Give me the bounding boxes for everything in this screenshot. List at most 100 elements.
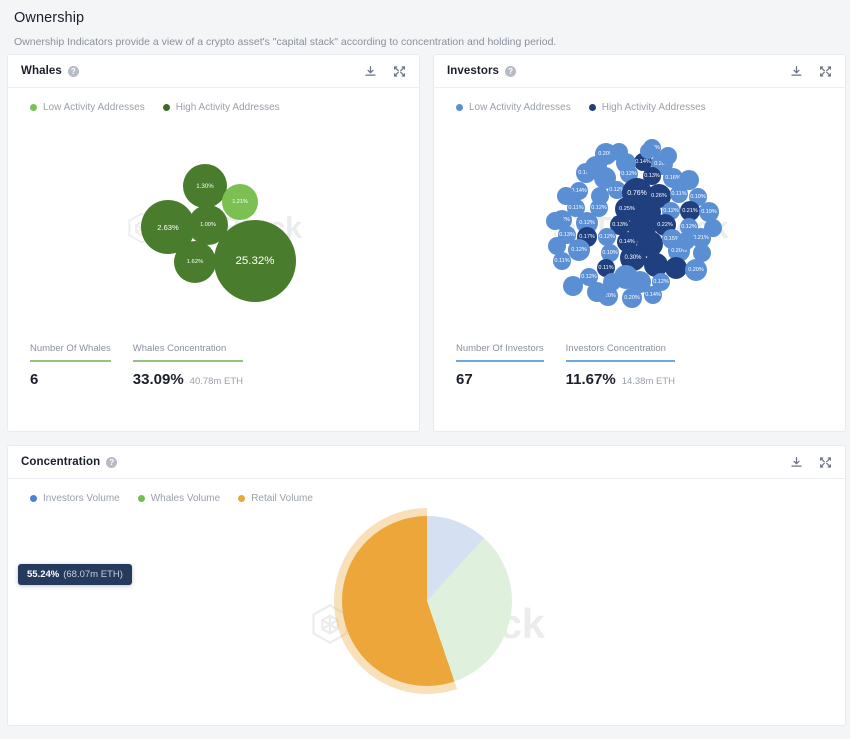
bubble-label: 0.10% [690, 194, 706, 200]
expand-icon[interactable] [819, 456, 832, 469]
bubble[interactable] [679, 170, 699, 190]
download-icon[interactable] [364, 65, 377, 78]
info-icon[interactable]: ? [106, 456, 118, 468]
bubble-label: 0.20% [688, 267, 704, 273]
bubble-label: 0.30% [624, 255, 642, 261]
bubble[interactable] [557, 187, 575, 205]
bubble[interactable]: 1.21% [222, 184, 258, 220]
bubble-label: 0.76% [627, 189, 647, 197]
bubble[interactable] [640, 143, 656, 159]
bubble[interactable] [629, 271, 651, 293]
bubble[interactable] [603, 273, 621, 291]
bubble[interactable] [665, 257, 687, 279]
bubble-label: 0.26% [651, 193, 667, 199]
bubble[interactable] [704, 219, 722, 237]
bubble[interactable]: 0.12% [568, 239, 590, 261]
legend-dot [30, 495, 37, 502]
ownership-page: Ownership Ownership Indicators provide a… [0, 0, 850, 739]
stat-label: Number Of Investors [456, 343, 544, 354]
whales-card: Whales ? Low Activity Addresses High Act… [7, 54, 420, 432]
bubble-label: 0.11% [568, 205, 584, 211]
bubble-label: 0.22% [657, 222, 673, 228]
whales-card-header: Whales ? [8, 55, 419, 88]
bubble-label: 0.12% [591, 205, 607, 211]
bubble[interactable] [548, 237, 566, 255]
legend-item-investors-volume[interactable]: Investors Volume [30, 493, 120, 504]
stat-value: 11.67% [565, 371, 616, 388]
bubble-label: 0.12% [621, 171, 637, 177]
concentration-pie-chart[interactable]: TheBlock 55.24% (68.07m ETH) [8, 508, 845, 725]
legend-label: Retail Volume [251, 493, 313, 504]
bubble-label: 0.12% [581, 274, 597, 280]
pie-slices[interactable] [341, 516, 512, 686]
legend-item-low-activity[interactable]: Low Activity Addresses [30, 102, 145, 113]
investors-legend: Low Activity Addresses High Activity Add… [434, 88, 845, 113]
legend-item-retail-volume[interactable]: Retail Volume [238, 493, 313, 504]
bubble[interactable]: 0.20% [685, 259, 707, 281]
legend-item-low-activity[interactable]: Low Activity Addresses [456, 102, 571, 113]
bubble-label: 0.14% [635, 159, 651, 165]
whales-title: Whales [21, 65, 62, 77]
legend-item-high-activity[interactable]: High Activity Addresses [588, 102, 706, 113]
info-icon[interactable]: ? [505, 65, 517, 77]
download-icon[interactable] [790, 456, 803, 469]
investors-card: Investors ? Low Activity Addresses High … [433, 54, 846, 432]
whales-bubble-chart[interactable]: TheBlock 1.30%1.21%2.63%1.00%1.62%25.32% [8, 113, 419, 343]
expand-icon[interactable] [393, 65, 406, 78]
bubble[interactable] [585, 156, 607, 178]
bubble-label: 0.11% [671, 191, 687, 197]
stat-label: Investors Concentration [565, 343, 666, 354]
expand-icon[interactable] [819, 65, 832, 78]
bubble[interactable] [693, 244, 711, 262]
bubble-label: 0.12% [599, 234, 615, 240]
bubble[interactable] [563, 276, 583, 296]
whales-legend: Low Activity Addresses High Activity Add… [8, 88, 419, 113]
page-subtitle: Ownership Indicators provide a view of a… [14, 36, 557, 48]
bubble-label: 0.11% [554, 258, 570, 264]
bubble-label: 1.00% [200, 222, 216, 228]
stat-label: Number Of Whales [30, 343, 111, 354]
legend-dot [588, 104, 596, 111]
legend-label: High Activity Addresses [175, 102, 280, 113]
bubble[interactable] [546, 212, 564, 230]
bubble-label: 0.20% [624, 295, 640, 301]
stat-subvalue: 40.78m ETH [189, 376, 243, 387]
tooltip-percent: 55.24% [27, 569, 60, 580]
legend-item-high-activity[interactable]: High Activity Addresses [162, 102, 280, 113]
download-icon[interactable] [790, 65, 803, 78]
stat-value: 33.09% [132, 371, 184, 388]
legend-label: High Activity Addresses [601, 102, 706, 113]
pie-tooltip: 55.24% (68.07m ETH) [18, 564, 132, 585]
bubble-label: 0.19% [701, 209, 717, 215]
bubble-label: 0.13% [612, 222, 628, 228]
concentration-card-header: Concentration ? [8, 446, 845, 479]
investors-title: Investors [447, 65, 500, 77]
stat-subvalue: 14.38m ETH [621, 376, 676, 387]
legend-dot [456, 104, 463, 111]
concentration-card-actions [790, 456, 832, 469]
bubble[interactable] [677, 232, 695, 250]
bubble-label: 0.12% [579, 220, 595, 226]
bubble-label: 0.14% [645, 292, 661, 298]
stat-number-of-investors: Number Of Investors 67 [456, 343, 566, 388]
legend-dot [238, 495, 246, 502]
bubble-label: 1.30% [196, 182, 214, 190]
bubble[interactable] [591, 187, 609, 205]
bubble-label: 0.13% [644, 173, 660, 179]
bubble[interactable]: 1.30% [183, 164, 227, 208]
whales-stats: Number Of Whales 6 Whales Concentration … [8, 343, 419, 388]
investors-bubble-chart[interactable]: TheBlock 0.14%0.20%0.14%0.20%0.16%0.12%0… [434, 113, 845, 343]
bubble-label: 0.13% [559, 232, 575, 238]
legend-dot [137, 495, 145, 502]
bubble-label: 0.12% [653, 279, 669, 285]
info-icon[interactable]: ? [67, 65, 79, 77]
legend-label: Low Activity Addresses [469, 102, 571, 113]
bubble[interactable] [610, 143, 628, 161]
bubble[interactable]: 25.32% [214, 220, 296, 302]
legend-label: Whales Volume [150, 493, 221, 504]
bubble[interactable] [659, 147, 677, 165]
legend-item-whales-volume[interactable]: Whales Volume [137, 493, 221, 504]
bubble[interactable]: 1.62% [174, 241, 216, 283]
bubble-label: 0.21% [682, 208, 698, 214]
stat-label: Whales Concentration [132, 343, 227, 354]
